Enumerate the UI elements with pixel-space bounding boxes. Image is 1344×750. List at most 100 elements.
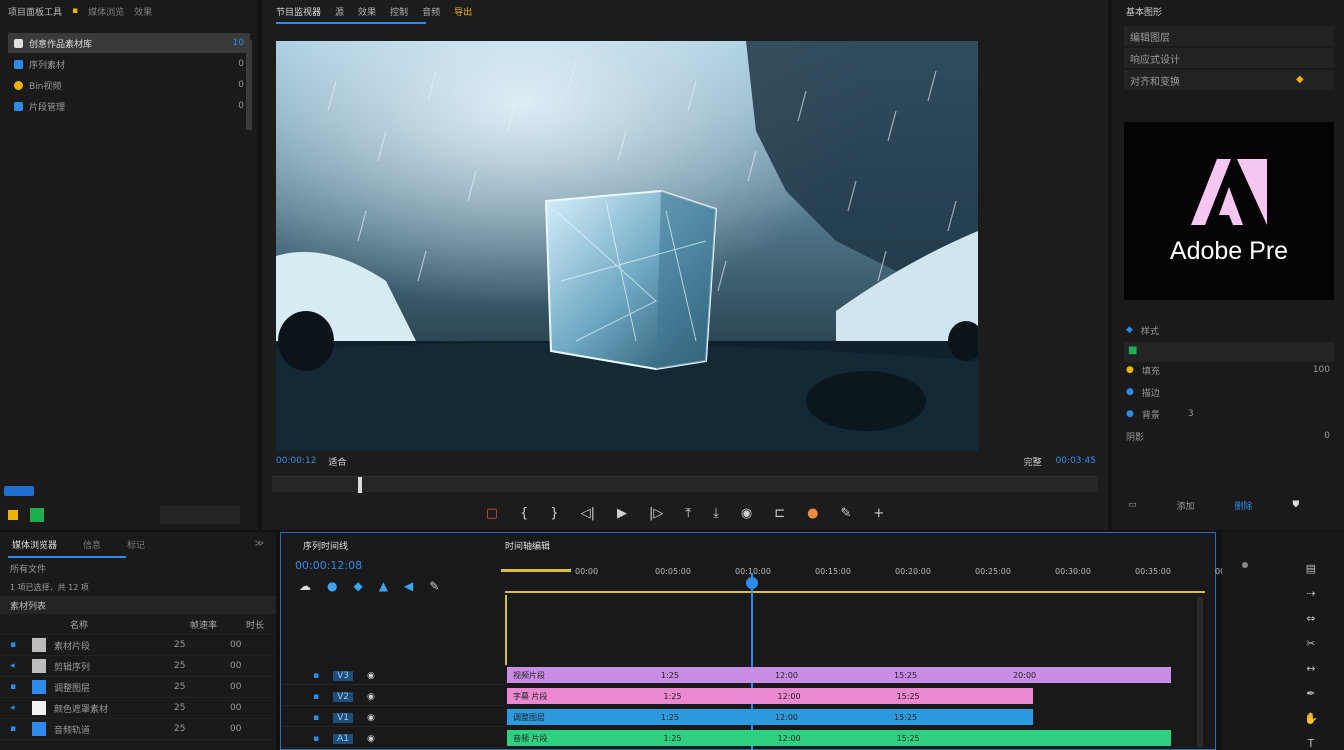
- filter-dropdown[interactable]: 所有文件: [0, 558, 276, 578]
- table-row[interactable]: ▪ 音频轨道 25 00: [0, 719, 276, 740]
- track-lock-icon[interactable]: ▪: [313, 734, 319, 744]
- visibility-icon[interactable]: ▪: [10, 640, 24, 650]
- linked-icon[interactable]: ●: [327, 579, 337, 593]
- add-button[interactable]: 添加: [1177, 499, 1195, 512]
- visibility-icon[interactable]: ▪: [10, 724, 24, 734]
- project-scrollbar[interactable]: [246, 40, 252, 130]
- col-fps[interactable]: 帧速率: [190, 618, 238, 631]
- table-row[interactable]: ◂ 剪辑序列 25 00: [0, 656, 276, 677]
- tab-info[interactable]: 信息: [83, 538, 101, 551]
- visibility-icon[interactable]: ◂: [10, 703, 24, 713]
- work-area-bar[interactable]: [501, 569, 571, 572]
- wrench-icon[interactable]: ✎: [429, 579, 439, 593]
- track-lock-icon[interactable]: ▪: [313, 671, 319, 681]
- track-visibility-icon[interactable]: ◉: [367, 713, 375, 723]
- track-target[interactable]: A1: [333, 733, 353, 744]
- responsive-field[interactable]: 响应式设计: [1124, 48, 1334, 68]
- style-field[interactable]: ■: [1124, 342, 1334, 362]
- lift-icon[interactable]: ⤒: [685, 506, 691, 521]
- footer-tools[interactable]: [160, 506, 240, 524]
- panel-menu-icon[interactable]: ≫: [255, 539, 264, 549]
- track-target[interactable]: V3: [333, 670, 353, 681]
- prop-shadow[interactable]: 阴影 0: [1112, 426, 1344, 446]
- track-header[interactable]: ▪ V3 ◉: [283, 667, 503, 685]
- export-frame-icon[interactable]: ◉: [741, 506, 752, 521]
- new-layer-icon[interactable]: ▭: [1128, 500, 1137, 510]
- shield-icon[interactable]: ⛊: [1293, 500, 1300, 510]
- snap-icon[interactable]: ☁: [299, 579, 311, 593]
- project-item[interactable]: Bin视频 0: [8, 75, 250, 95]
- more-icon[interactable]: +: [873, 506, 884, 521]
- track-target[interactable]: V1: [333, 712, 353, 723]
- timeline-clip[interactable]: 音频 片段 1:25 12:00 15:25: [507, 730, 1171, 746]
- playhead-timecode[interactable]: 00:00:12: [276, 456, 316, 466]
- fit-dropdown[interactable]: 适合: [328, 455, 346, 468]
- visibility-icon[interactable]: ◂: [10, 661, 24, 671]
- track-lock-icon[interactable]: ▪: [313, 692, 319, 702]
- track-header[interactable]: ▪ A1 ◉: [283, 730, 503, 748]
- track-lock-icon[interactable]: ▪: [313, 713, 319, 723]
- zoom-slider[interactable]: [4, 486, 34, 496]
- settings-icon[interactable]: ▲: [379, 579, 388, 593]
- timeline-clip[interactable]: 调整图层 1:25 12:00 15:25: [507, 709, 1033, 725]
- mark-in-icon[interactable]: {: [520, 506, 528, 521]
- step-back-icon[interactable]: ◁|: [581, 506, 595, 521]
- background-value[interactable]: 3: [1188, 409, 1194, 419]
- handle-icon[interactable]: [1242, 562, 1248, 568]
- track-visibility-icon[interactable]: ◉: [367, 692, 375, 702]
- extract-icon[interactable]: ⤓: [713, 506, 719, 521]
- track-header[interactable]: ▪ V2 ◉: [283, 688, 503, 706]
- tab-program[interactable]: 节目监视器: [276, 5, 321, 18]
- marker-icon[interactable]: ◆: [353, 579, 362, 593]
- scrubber-playhead[interactable]: [358, 477, 362, 493]
- razor-tool-icon[interactable]: ✂: [1306, 637, 1315, 650]
- shadow-value[interactable]: 0: [1324, 431, 1330, 441]
- fill-value[interactable]: 100: [1313, 365, 1330, 375]
- tab-export[interactable]: 导出: [454, 5, 472, 18]
- comparison-icon[interactable]: ⊏: [774, 506, 785, 521]
- track-header[interactable]: ▪ V1 ◉: [283, 709, 503, 727]
- selection-tool-icon[interactable]: ▤: [1306, 562, 1316, 575]
- track-select-icon[interactable]: ⇢: [1306, 587, 1315, 600]
- project-item[interactable]: 创意作品素材库 10: [8, 33, 250, 53]
- timeline-clip[interactable]: 视频片段 1:25 12:00 15:25 20:00: [507, 667, 1171, 683]
- tab-markers[interactable]: 标记: [127, 538, 145, 551]
- quality-dropdown[interactable]: 完整: [1024, 455, 1042, 468]
- new-bin-icon[interactable]: [8, 510, 18, 520]
- keyframe-icon[interactable]: ◆: [1296, 74, 1304, 85]
- captions-icon[interactable]: ◀: [404, 579, 413, 593]
- new-item-icon[interactable]: [30, 508, 44, 522]
- timeline-timecode[interactable]: 00:00:12:08: [295, 559, 362, 572]
- track-target[interactable]: V2: [333, 691, 353, 702]
- track-visibility-icon[interactable]: ◉: [367, 734, 375, 744]
- visibility-icon[interactable]: ▪: [10, 682, 24, 692]
- color-icon[interactable]: ●: [807, 506, 818, 521]
- prop-fill[interactable]: ● 填充 100: [1112, 360, 1344, 380]
- project-item[interactable]: 片段管理 0: [8, 96, 250, 116]
- tab-audio[interactable]: 音频: [422, 5, 440, 18]
- add-marker-icon[interactable]: ▢: [486, 506, 498, 521]
- video-preview[interactable]: [276, 41, 978, 451]
- star-icon[interactable]: ▪: [72, 6, 78, 16]
- ripple-edit-icon[interactable]: ⇔: [1306, 612, 1315, 625]
- monitor-scrubber[interactable]: [272, 476, 1098, 493]
- project-item[interactable]: 序列素材 0: [8, 54, 250, 74]
- playhead-handle[interactable]: [746, 577, 758, 589]
- tab-source[interactable]: 源: [335, 5, 344, 18]
- prop-stroke[interactable]: ● 描边: [1112, 382, 1344, 402]
- settings-icon[interactable]: ✎: [840, 506, 851, 521]
- delete-button[interactable]: 删除: [1235, 499, 1253, 512]
- pen-tool-icon[interactable]: ✒: [1306, 687, 1315, 700]
- play-icon[interactable]: ▶: [617, 506, 627, 521]
- col-name[interactable]: 名称: [70, 618, 182, 631]
- timeline-clip[interactable]: 字幕 片段 1:25 12:00 15:25: [507, 688, 1033, 704]
- tab-media-browser[interactable]: 媒体浏览: [88, 5, 124, 18]
- timeline-scrollbar[interactable]: [1197, 597, 1203, 747]
- time-ruler[interactable]: 00:00 00:05:00 00:10:00 00:15:00 00:20:00 00:…: [505, 563, 1251, 593]
- edit-layer-field[interactable]: 编辑图层: [1124, 26, 1334, 46]
- prop-style[interactable]: ◆ 样式: [1112, 320, 1344, 340]
- type-tool-icon[interactable]: T: [1307, 737, 1314, 750]
- table-row[interactable]: ▪ 素材片段 25 00: [0, 635, 276, 656]
- tab-controls[interactable]: 控制: [390, 5, 408, 18]
- tab-effects[interactable]: 效果: [134, 5, 152, 18]
